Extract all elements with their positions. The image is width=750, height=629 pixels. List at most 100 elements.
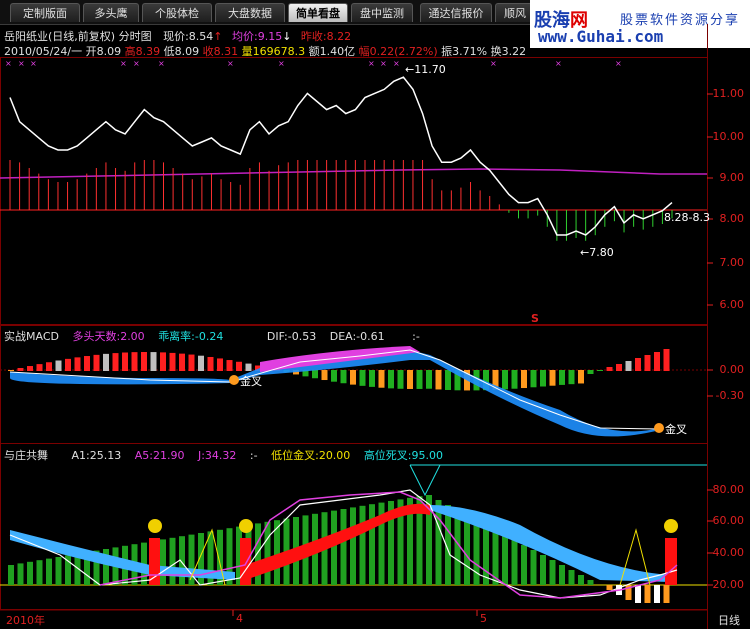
svg-text:×: × (278, 59, 285, 68)
macd-bar (55, 360, 62, 371)
macd-bar (217, 358, 223, 371)
macd-bar (84, 356, 90, 371)
macd-bar (131, 352, 138, 371)
dance-bar (587, 580, 594, 585)
svg-text:×: × (133, 59, 140, 68)
macd-bar (17, 368, 24, 371)
macd-bar (179, 353, 185, 371)
period-label[interactable]: 日线 (718, 612, 740, 628)
dance-a5: A5:21.90 (134, 449, 185, 462)
golden-cross-label-1: 金叉 (240, 375, 262, 388)
dance-bar (549, 560, 556, 585)
macd-bar (644, 355, 651, 371)
macd-bar (207, 356, 214, 371)
macd-name: 实战MACD (4, 330, 59, 343)
macd-dif: DIF:-0.53 (266, 330, 317, 343)
dance-bar (578, 575, 584, 585)
dance-bar (502, 535, 508, 585)
dance-bar (530, 550, 537, 585)
dance-bar (521, 545, 527, 585)
macd-bar (445, 370, 451, 390)
golden-cross-label-2: 金叉 (665, 423, 687, 436)
macd-bar (74, 357, 81, 371)
dance-signal-bar-3 (665, 538, 677, 585)
macd-bar (169, 352, 176, 371)
svg-text:×: × (490, 59, 497, 68)
svg-text:×: × (555, 59, 562, 68)
x-label-year: 2010年 (6, 614, 45, 627)
macd-bar (426, 370, 432, 389)
dance-bar (540, 555, 546, 585)
macd-extra: :- (412, 330, 420, 343)
svg-text:×: × (30, 59, 37, 68)
dance-bar (55, 557, 62, 585)
macd-bar (578, 370, 584, 384)
macd-dea: DEA:-0.61 (329, 330, 385, 343)
macd-bar (321, 370, 328, 381)
macd-bar (435, 370, 442, 390)
macd-bar (654, 352, 660, 371)
dance-bar (46, 558, 52, 585)
macd-bar (122, 352, 128, 371)
dance-signal-bar-2 (240, 538, 251, 585)
dance-bar (36, 560, 43, 585)
macd-bar (521, 370, 527, 389)
macd-bar (540, 370, 546, 387)
macd-bar (625, 361, 632, 371)
y-tick-10: 10.00 (712, 130, 745, 143)
main-chart-frame (0, 57, 708, 325)
macd-bar (663, 349, 670, 371)
dance-bar (454, 510, 461, 585)
dance-bar (635, 585, 641, 603)
svg-text:×: × (18, 59, 25, 68)
macd-bar (198, 355, 204, 371)
dance-bar (464, 515, 470, 585)
macd-bar (331, 370, 337, 382)
dance-signal-bar-1 (149, 538, 160, 585)
dance-high-cross: 高位死叉:95.00 (363, 449, 444, 462)
macd-bar (112, 353, 119, 371)
macd-bar (549, 370, 556, 386)
y-tick-9: 9.00 (719, 171, 745, 184)
dance-y-40: 40.00 (712, 546, 745, 559)
macd-bar (397, 370, 404, 389)
macd-bar (36, 364, 43, 371)
dance-bar (331, 510, 337, 585)
svg-text:×: × (5, 59, 12, 68)
macd-bar (8, 370, 14, 371)
range-label: 8.28-8.3 (664, 211, 710, 224)
signal-markers: × × × × × × × × × × × × × × (5, 59, 622, 68)
dance-bars (8, 495, 670, 603)
svg-text:×: × (615, 59, 622, 68)
dance-j: J:34.32 (197, 449, 237, 462)
dance-bar (264, 521, 271, 585)
macd-bar (160, 352, 166, 371)
dance-extra: :- (249, 449, 258, 462)
macd-bar (188, 354, 195, 371)
dance-bar (17, 563, 24, 585)
chart-canvas: × × × × × × × × × × × × × × (0, 24, 713, 629)
dance-y-80: 80.00 (712, 483, 745, 496)
macd-bar (103, 353, 109, 371)
macd-bar (93, 354, 100, 371)
svg-text:×: × (227, 59, 234, 68)
macd-bar (245, 363, 252, 371)
macd-bar (378, 370, 385, 388)
macd-bar (502, 370, 508, 390)
macd-bar (530, 370, 537, 388)
dance-bar (606, 585, 613, 590)
macd-bar (350, 370, 356, 385)
dance-bar (8, 565, 14, 585)
dance-bar (644, 585, 651, 603)
dance-bar (559, 565, 565, 585)
y-tick-11: 11.00 (712, 87, 745, 100)
macd-bar (606, 367, 613, 371)
macd-bar (616, 364, 622, 371)
macd-bar (141, 352, 147, 371)
dance-bar (340, 509, 347, 585)
macd-bar (568, 370, 575, 385)
macd-bar (388, 370, 394, 389)
high-marker: ←11.70 (405, 63, 446, 76)
dance-a1: A1:25.13 (71, 449, 122, 462)
y-tick-7: 7.00 (719, 256, 745, 269)
